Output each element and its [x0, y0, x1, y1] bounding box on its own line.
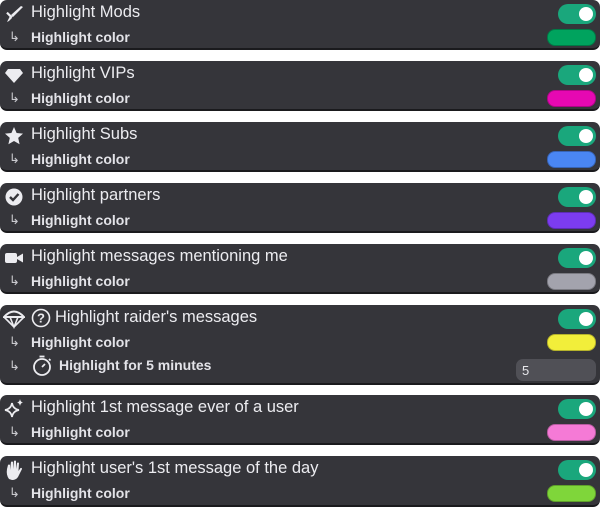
highlight-raiders-toggle[interactable]: [558, 309, 596, 329]
highlight-vips-toggle[interactable]: [558, 65, 596, 85]
timer-icon: [31, 354, 53, 376]
sub-arrow-icon: ↳: [9, 424, 20, 439]
highlight-color-swatch[interactable]: [547, 29, 596, 46]
setting-title: Highlight VIPs: [31, 64, 135, 82]
highlight-color-swatch[interactable]: [547, 424, 596, 441]
setting-title: Highlight raider's messages: [55, 308, 258, 326]
setting-card-raiders: ? Highlight raider's messages ↳ Highligh…: [0, 305, 600, 385]
highlight-first-message-ever-toggle[interactable]: [558, 399, 596, 419]
camera-icon: [3, 247, 25, 269]
setting-card-first-message-ever: Highlight 1st message ever of a user ↳ H…: [0, 395, 600, 445]
setting-title: Highlight Mods: [31, 3, 141, 21]
highlight-color-label: Highlight color: [31, 334, 130, 350]
sub-arrow-icon: ↳: [9, 273, 20, 288]
highlight-first-message-of-day-toggle[interactable]: [558, 460, 596, 480]
setting-card-vips: Highlight VIPs ↳ Highlight color: [0, 61, 600, 111]
setting-card-partners: Highlight partners ↳ Highlight color: [0, 183, 600, 233]
setting-card-first-message-of-day: Highlight user's 1st message of the day …: [0, 456, 600, 507]
highlight-color-label: Highlight color: [31, 273, 130, 289]
highlight-color-label: Highlight color: [31, 424, 130, 440]
highlight-partners-toggle[interactable]: [558, 187, 596, 207]
star-icon: [3, 125, 25, 147]
setting-title: Highlight messages mentioning me: [31, 247, 288, 265]
highlight-color-swatch[interactable]: [547, 90, 596, 107]
verified-badge-icon: [3, 186, 25, 208]
help-icon[interactable]: ?: [31, 308, 51, 328]
sub-arrow-icon: ↳: [9, 151, 20, 166]
highlight-color-swatch[interactable]: [547, 485, 596, 502]
svg-text:?: ?: [37, 311, 45, 326]
highlight-color-label: Highlight color: [31, 151, 130, 167]
sub-arrow-icon: ↳: [9, 485, 20, 500]
setting-card-mentions: Highlight messages mentioning me ↳ Highl…: [0, 244, 600, 294]
diamond-icon: [3, 64, 25, 86]
sparkle-icon: [3, 398, 25, 420]
sub-arrow-icon: ↳: [9, 29, 20, 44]
highlight-mentions-toggle[interactable]: [558, 248, 596, 268]
highlight-subs-toggle[interactable]: [558, 126, 596, 146]
highlight-duration-input[interactable]: [516, 359, 596, 381]
setting-title: Highlight user's 1st message of the day: [31, 459, 319, 477]
sub-arrow-icon: ↳: [9, 358, 20, 373]
parachute-icon: [3, 308, 25, 330]
highlight-color-swatch[interactable]: [547, 151, 596, 168]
hand-wave-icon: [3, 459, 25, 481]
setting-card-subs: Highlight Subs ↳ Highlight color: [0, 122, 600, 172]
highlight-color-swatch[interactable]: [547, 212, 596, 229]
sword-icon: [3, 3, 25, 25]
sub-arrow-icon: ↳: [9, 212, 20, 227]
highlight-color-swatch[interactable]: [547, 273, 596, 290]
highlight-color-label: Highlight color: [31, 485, 130, 501]
highlight-color-label: Highlight color: [31, 90, 130, 106]
highlight-color-swatch[interactable]: [547, 334, 596, 351]
highlight-color-label: Highlight color: [31, 29, 130, 45]
highlight-duration-label: Highlight for 5 minutes: [59, 357, 212, 373]
highlight-mods-toggle[interactable]: [558, 4, 596, 24]
setting-title: Highlight partners: [31, 186, 161, 204]
sub-arrow-icon: ↳: [9, 90, 20, 105]
setting-title: Highlight Subs: [31, 125, 138, 143]
setting-title: Highlight 1st message ever of a user: [31, 398, 299, 416]
sub-arrow-icon: ↳: [9, 334, 20, 349]
setting-card-mods: Highlight Mods ↳ Highlight color: [0, 0, 600, 50]
highlight-color-label: Highlight color: [31, 212, 130, 228]
